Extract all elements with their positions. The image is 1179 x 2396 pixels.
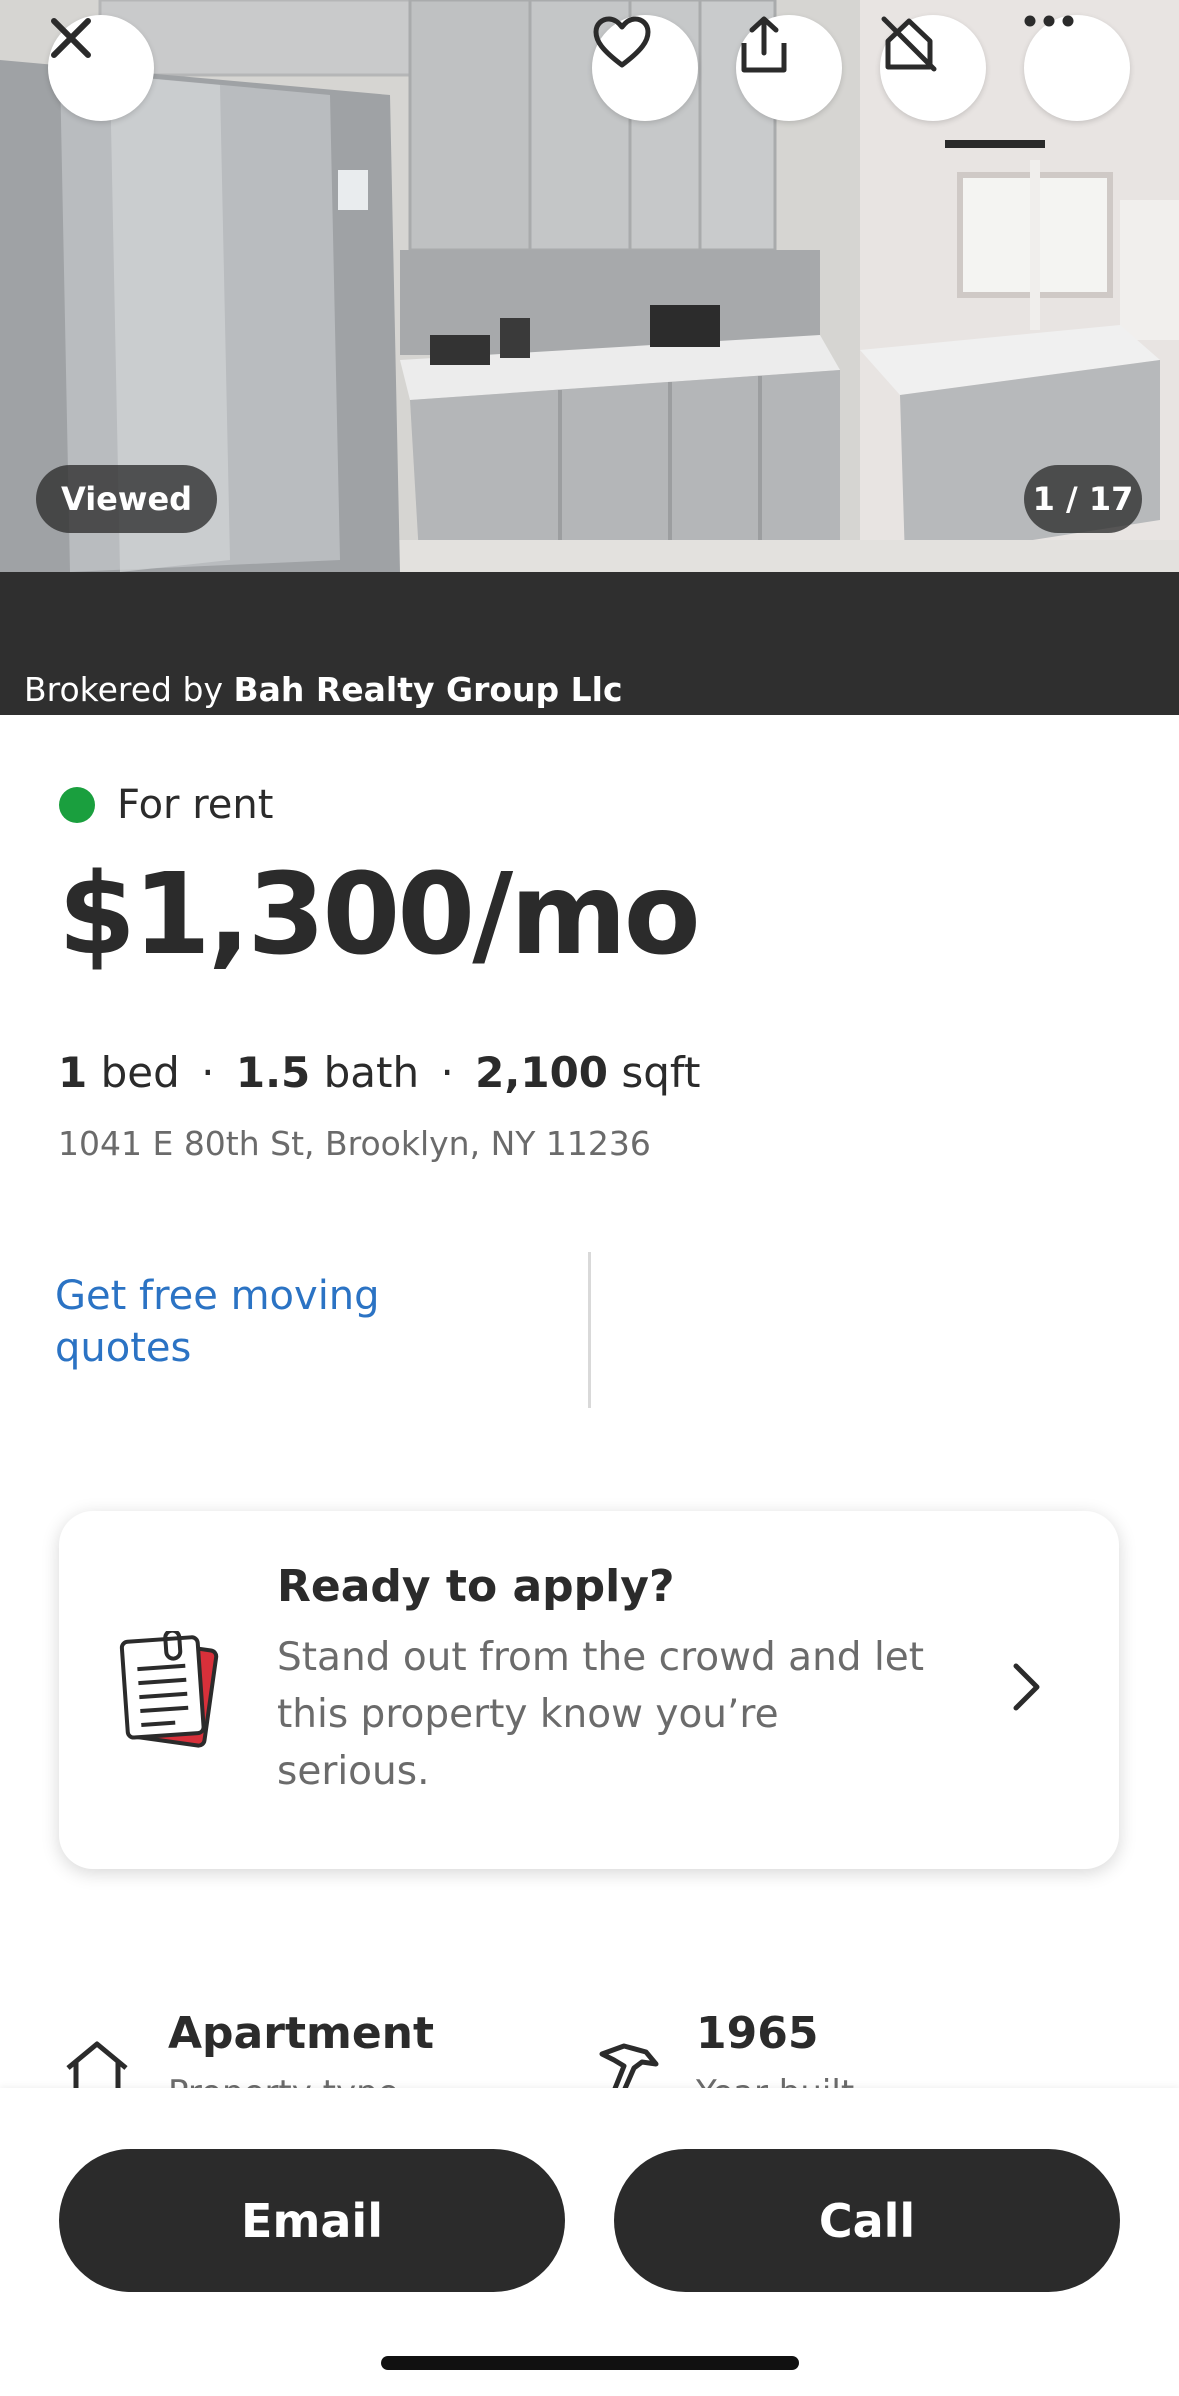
share-icon: [741, 16, 787, 73]
beds-value: 1: [58, 1048, 88, 1097]
home-indicator[interactable]: [381, 2356, 799, 2370]
sqft-label: sqft: [621, 1048, 701, 1097]
document-icon: [119, 1631, 219, 1748]
property-type-value: Apartment: [168, 2008, 435, 2059]
hide-listing-button[interactable]: [880, 15, 986, 121]
call-button[interactable]: Call: [614, 2149, 1120, 2292]
more-options-button[interactable]: [1024, 15, 1130, 121]
photo-counter: 1 / 17: [1024, 465, 1142, 533]
chevron-right-icon: [1013, 1663, 1040, 1711]
baths-label: bath: [323, 1048, 420, 1097]
status-label: For rent: [117, 782, 274, 828]
broker-prefix: Brokered by: [24, 670, 223, 709]
close-button[interactable]: [48, 15, 154, 121]
broker-info: Brokered by Bah Realty Group Llc: [24, 670, 623, 709]
bed-bath-sqft: 1 bed · 1.5 bath · 2,100 sqft: [58, 1048, 700, 1097]
moving-quotes-link[interactable]: Get free moving quotes: [55, 1270, 475, 1374]
card-description: Stand out from the crowd and let this pr…: [277, 1635, 925, 1794]
year-built-value: 1965: [696, 2008, 819, 2059]
listing-status: For rent: [59, 782, 273, 828]
broker-name[interactable]: Bah Realty Group Llc: [233, 670, 622, 709]
listing-photo[interactable]: Viewed 1 / 17: [0, 0, 1179, 572]
card-title: Ready to apply?: [277, 1561, 675, 1612]
status-dot-icon: [59, 787, 95, 823]
email-button[interactable]: Email: [59, 2149, 565, 2292]
save-favorite-button[interactable]: [592, 15, 698, 121]
ready-to-apply-card[interactable]: Ready to apply? Stand out from the crowd…: [59, 1511, 1119, 1869]
separator: ·: [440, 1048, 454, 1097]
share-button[interactable]: [736, 15, 842, 121]
sqft-value: 2,100: [475, 1048, 609, 1097]
hide-home-icon: [881, 16, 937, 72]
divider: [588, 1252, 591, 1408]
beds-label: bed: [100, 1048, 180, 1097]
separator: ·: [201, 1048, 215, 1097]
listing-address: 1041 E 80th St, Brooklyn, NY 11236: [58, 1124, 651, 1163]
more-icon: [1024, 15, 1074, 27]
baths-value: 1.5: [235, 1048, 311, 1097]
viewed-badge: Viewed: [36, 465, 218, 533]
listing-price: $1,300/mo: [58, 850, 701, 980]
close-icon: [51, 18, 91, 58]
heart-icon: [593, 16, 651, 68]
